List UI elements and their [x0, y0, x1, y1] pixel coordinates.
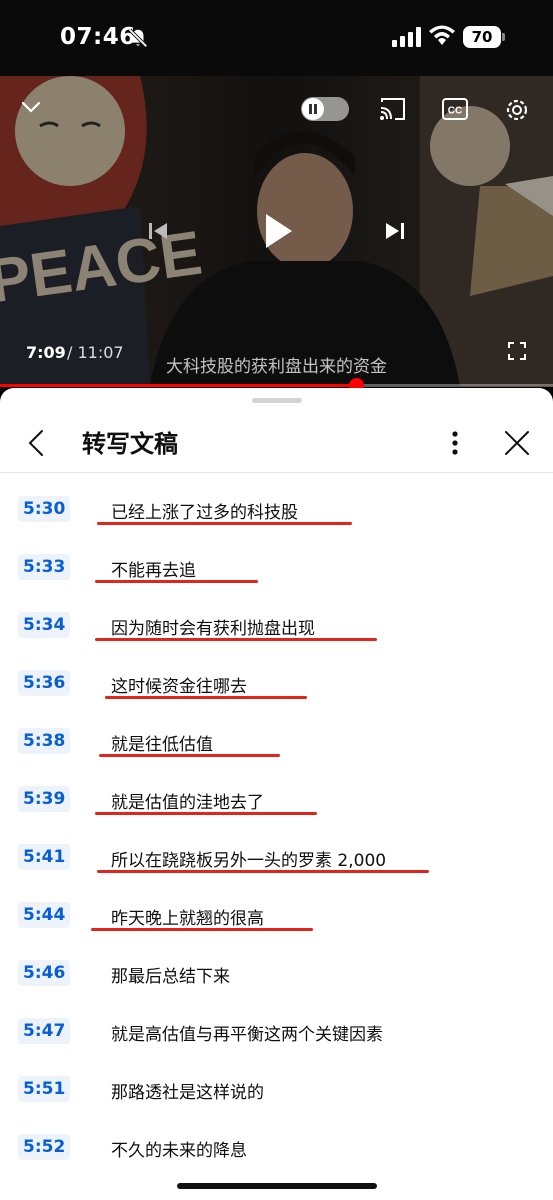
- transcript-text: 因为随时会有获利抛盘出现: [111, 619, 315, 639]
- red-underline-annotation: [97, 870, 429, 873]
- subtitle-caption: 大科技股的获利盘出来的资金: [166, 357, 387, 377]
- close-icon[interactable]: [502, 428, 532, 458]
- timestamp-chip[interactable]: 5:44: [18, 902, 71, 928]
- wifi-icon: [429, 25, 455, 45]
- transcript-row[interactable]: 5:41 所以在跷跷板另外一头的罗素 2,000: [0, 830, 553, 888]
- red-underline-annotation: [97, 522, 352, 525]
- pause-icon: [309, 104, 317, 114]
- timestamp-chip[interactable]: 5:36: [18, 670, 71, 696]
- timestamp-chip[interactable]: 5:51: [18, 1076, 71, 1102]
- red-underline-annotation: [91, 928, 313, 931]
- more-options-icon[interactable]: [440, 428, 470, 458]
- red-underline-annotation: [95, 638, 377, 641]
- svg-text:CC: CC: [448, 106, 462, 117]
- transcript-text: 就是估值的洼地去了: [111, 793, 264, 813]
- red-underline-annotation: [105, 696, 307, 699]
- transcript-text: 所以在跷跷板另外一头的罗素 2,000: [111, 851, 387, 871]
- transcript-row[interactable]: 5:38 就是往低估值: [0, 714, 553, 772]
- timestamp-chip[interactable]: 5:34: [18, 612, 71, 638]
- timestamp-chip[interactable]: 5:38: [18, 728, 71, 754]
- next-icon[interactable]: [383, 219, 407, 243]
- autoplay-toggle[interactable]: [301, 97, 349, 121]
- collapse-chevron-icon[interactable]: [20, 96, 42, 118]
- transcript-text: 昨天晚上就翘的很高: [111, 909, 264, 929]
- transcript-text: 不久的未来的降息: [111, 1141, 247, 1161]
- transcript-text: 那路透社是这样说的: [111, 1083, 264, 1103]
- transcript-row[interactable]: 5:30 已经上涨了过多的科技股: [0, 482, 553, 540]
- play-icon[interactable]: [262, 212, 294, 250]
- transcript-text: 就是往低估值: [111, 735, 213, 755]
- timestamp-chip[interactable]: 5:46: [18, 960, 71, 986]
- progress-fill: [0, 384, 356, 387]
- transcript-row[interactable]: 5:52 不久的未来的降息: [0, 1120, 553, 1178]
- timestamp-chip[interactable]: 5:30: [18, 496, 71, 522]
- transcript-row[interactable]: 5:46 那最后总结下来: [0, 946, 553, 1004]
- transcript-row[interactable]: 5:47 就是高估值与再平衡这两个关键因素: [0, 1004, 553, 1062]
- transcript-row[interactable]: 5:44 昨天晚上就翘的很高: [0, 888, 553, 946]
- timestamp-chip[interactable]: 5:47: [18, 1018, 71, 1044]
- timestamp-chip[interactable]: 5:33: [18, 554, 71, 580]
- red-underline-annotation: [95, 580, 258, 583]
- settings-gear-icon[interactable]: [503, 96, 531, 124]
- transcript-text: 已经上涨了过多的科技股: [111, 503, 298, 523]
- transcript-row[interactable]: 5:33 不能再去追: [0, 540, 553, 598]
- transcript-title: 转写文稿: [82, 430, 178, 458]
- header-divider: [0, 472, 553, 473]
- transcript-text: 不能再去追: [111, 561, 196, 581]
- cellular-signal-icon: [392, 27, 421, 47]
- bell-muted-icon: [128, 28, 148, 48]
- transcript-text: 那最后总结下来: [111, 967, 230, 987]
- fullscreen-icon[interactable]: [508, 342, 526, 360]
- captions-icon[interactable]: CC: [442, 97, 468, 121]
- battery-indicator: 70: [463, 26, 505, 48]
- transcript-text: 这时候资金往哪去: [111, 677, 247, 697]
- transcript-row[interactable]: 5:36 这时候资金往哪去: [0, 656, 553, 714]
- drag-handle[interactable]: [252, 398, 302, 403]
- timestamp-chip[interactable]: 5:52: [18, 1134, 71, 1160]
- battery-level: 70: [463, 26, 501, 48]
- transcript-header: 转写文稿: [0, 410, 553, 472]
- red-underline-annotation: [95, 812, 317, 815]
- previous-icon[interactable]: [146, 219, 170, 243]
- transcript-row[interactable]: 5:34 因为随时会有获利抛盘出现: [0, 598, 553, 656]
- timestamp-chip[interactable]: 5:39: [18, 786, 71, 812]
- transcript-panel: 转写文稿 5:30 已经上涨了过多的科技股 5:33 不能再去追 5:34 因为随时会有获…: [0, 388, 553, 1200]
- battery-cap: [502, 33, 505, 41]
- timestamp-chip[interactable]: 5:41: [18, 844, 71, 870]
- status-time: 07:46: [60, 24, 136, 50]
- cast-icon[interactable]: [379, 96, 407, 122]
- back-arrow-icon[interactable]: [22, 428, 50, 458]
- transcript-text: 就是高估值与再平衡这两个关键因素: [111, 1025, 383, 1045]
- transcript-row[interactable]: 5:51 那路透社是这样说的: [0, 1062, 553, 1120]
- home-indicator[interactable]: [177, 1183, 377, 1189]
- red-underline-annotation: [99, 754, 280, 757]
- transcript-row[interactable]: 5:39 就是估值的洼地去了: [0, 772, 553, 830]
- status-bar: 07:46 70: [0, 0, 553, 76]
- autoplay-knob: [302, 98, 324, 120]
